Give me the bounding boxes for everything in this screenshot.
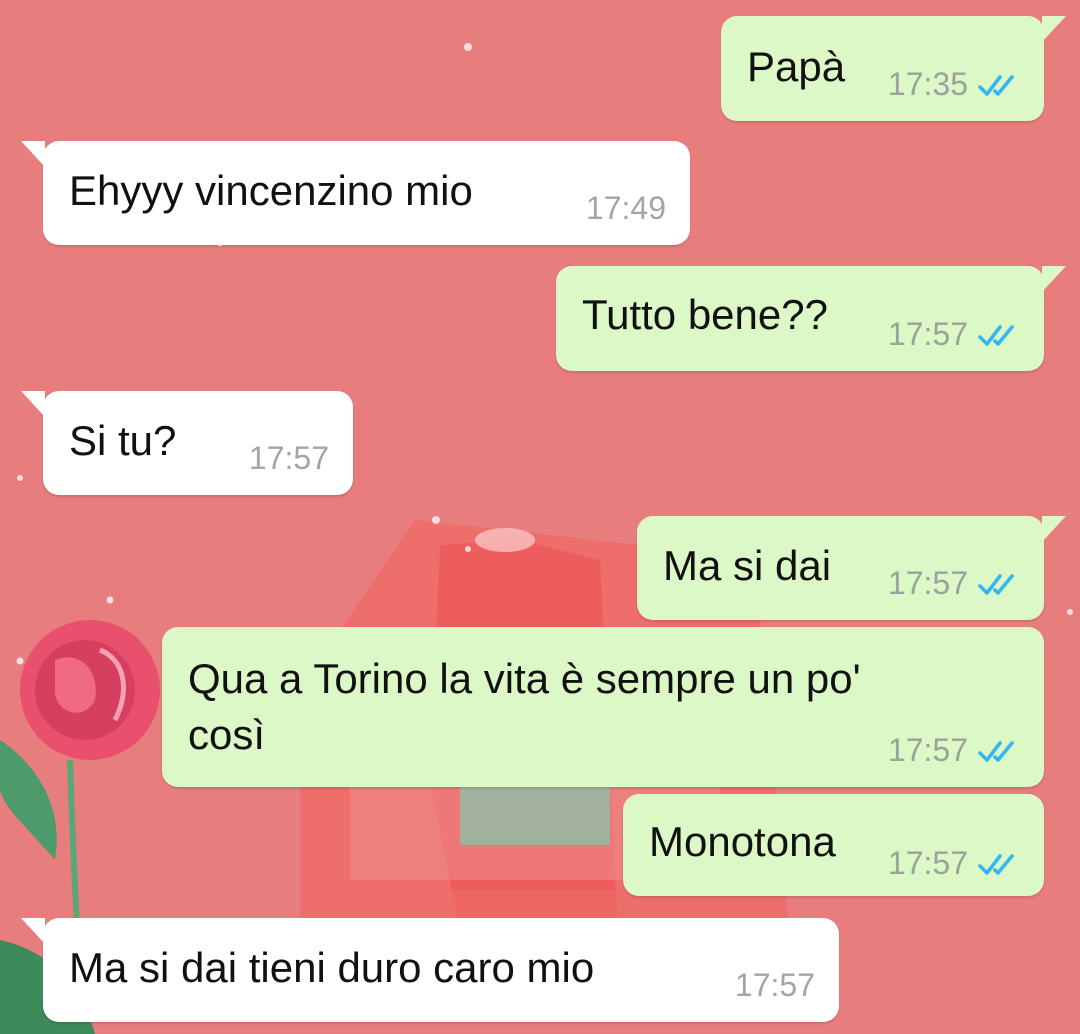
- message-meta: 17:57: [888, 845, 1020, 882]
- message-text: Tutto bene??: [582, 291, 828, 338]
- message-bubble-outgoing[interactable]: Papà 17:35: [721, 16, 1066, 121]
- message-bubble-outgoing[interactable]: Ma si dai 17:57: [637, 516, 1066, 620]
- read-receipt-double-check-icon: [978, 740, 1014, 762]
- message-bubble-outgoing[interactable]: Qua a Torino la vita è sempre un po' cos…: [162, 627, 1044, 787]
- message-meta: 17:57: [888, 565, 1020, 602]
- bubble-tail: [21, 141, 45, 167]
- message-time: 17:57: [248, 440, 329, 476]
- message-time: 17:57: [887, 845, 968, 881]
- message-time: 17:57: [887, 316, 968, 352]
- message-time: 17:57: [734, 967, 815, 1003]
- message-text: Papà: [747, 43, 846, 90]
- message-bubble-outgoing[interactable]: Monotona 17:57: [623, 794, 1044, 896]
- message-time: 17:49: [585, 190, 666, 226]
- bubble-tail: [1042, 516, 1066, 542]
- read-receipt-double-check-icon: [978, 573, 1014, 595]
- message-text: Ma si dai: [663, 542, 832, 589]
- read-receipt-double-check-icon: [978, 853, 1014, 875]
- message-meta: 17:49: [586, 190, 666, 227]
- bubble-tail: [1042, 16, 1066, 42]
- message-text: Ma si dai tieni duro caro mio: [69, 944, 595, 991]
- message-meta: 17:57: [888, 732, 1020, 769]
- bubble-tail: [1042, 266, 1066, 292]
- message-bubble-incoming[interactable]: Ehyyy vincenzino mio 17:49: [21, 141, 690, 245]
- bubble-tail: [21, 391, 45, 417]
- message-time: 17:35: [887, 66, 968, 102]
- message-bubble-incoming[interactable]: Si tu? 17:57: [21, 391, 353, 495]
- message-bubble-outgoing[interactable]: Tutto bene?? 17:57: [556, 266, 1066, 371]
- message-time: 17:57: [887, 732, 968, 768]
- message-time: 17:57: [887, 565, 968, 601]
- message-meta: 17:57: [888, 316, 1020, 353]
- message-meta: 17:57: [249, 440, 329, 477]
- message-text: Qua a Torino la vita è sempre un po' cos…: [188, 655, 861, 758]
- message-text: Ehyyy vincenzino mio: [69, 167, 473, 214]
- read-receipt-double-check-icon: [978, 74, 1014, 96]
- message-bubble-incoming[interactable]: Ma si dai tieni duro caro mio 17:57: [21, 918, 839, 1022]
- message-meta: 17:35: [888, 66, 1020, 103]
- message-text: Monotona: [649, 818, 836, 865]
- message-text: Si tu?: [69, 417, 177, 464]
- bubble-tail: [21, 918, 45, 944]
- read-receipt-double-check-icon: [978, 324, 1014, 346]
- message-meta: 17:57: [735, 967, 815, 1004]
